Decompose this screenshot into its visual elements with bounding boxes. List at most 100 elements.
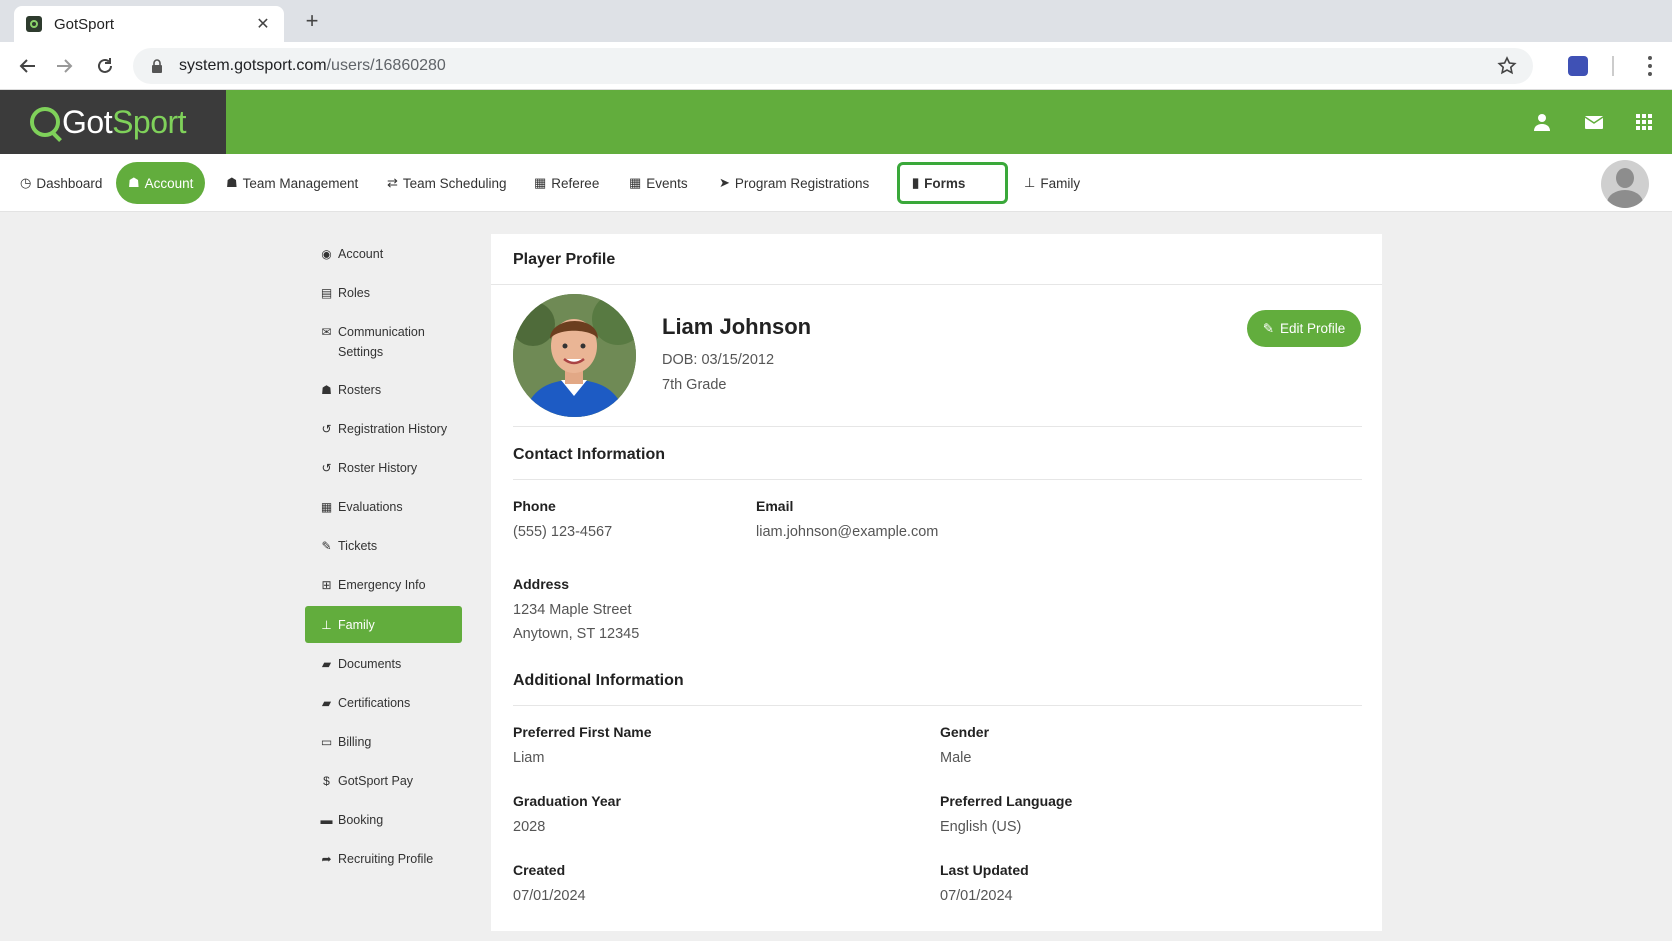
dashboard-icon: ◷ (20, 175, 32, 190)
email-value: liam.johnson@example.com (756, 524, 939, 540)
sidebar-item-gotsport-pay[interactable]: $ GotSport Pay (305, 771, 462, 791)
player-photo (513, 294, 636, 417)
address-bar: system.gotsport.com/users/16860280 (0, 42, 1672, 90)
extension-icon[interactable] (1568, 56, 1588, 76)
sidebar-item-registration-history[interactable]: ↺ Registration History (305, 419, 462, 439)
id-card-icon: ▤ (320, 286, 333, 300)
player-name: Liam Johnson (662, 314, 812, 339)
users-icon: ☗ (226, 175, 238, 190)
sidebar-item-roles[interactable]: ▤ Roles (305, 283, 462, 303)
address-line2: Anytown, ST 12345 (513, 626, 640, 642)
bookmark-star-icon[interactable] (1497, 56, 1517, 76)
sitemap-icon: ⊥ (1024, 175, 1036, 190)
thumbtack-icon: ✎ (321, 539, 332, 553)
player-grade: 7th Grade (662, 377, 727, 393)
logo-mark-icon (30, 107, 60, 137)
nav-team-management[interactable]: ☗ Team Management (214, 162, 370, 204)
player-profile-card: Player Profile Liam Johnson DOB: 03/15/2… (491, 234, 1382, 931)
phone-value: (555) 123-4567 (513, 524, 613, 540)
sidebar-item-account[interactable]: ◉ Account (305, 244, 462, 264)
email-label: Email (756, 498, 794, 514)
url-input[interactable]: system.gotsport.com/users/16860280 (133, 48, 1533, 84)
folder-open-icon: ▰ (321, 696, 332, 710)
additional-info-title: Additional Information (513, 672, 684, 689)
sidebar-item-certifications[interactable]: ▰ Certifications (305, 693, 462, 713)
calendar-icon: ▦ (629, 175, 642, 190)
divider (513, 705, 1362, 706)
contact-info-title: Contact Information (513, 446, 665, 463)
forward-icon[interactable] (52, 54, 76, 78)
nav-referee[interactable]: ▦ Referee (522, 162, 611, 204)
share-icon: ➦ (321, 852, 332, 866)
credit-card-icon: ▭ (320, 735, 333, 749)
sidebar-item-rosters[interactable]: ☗ Rosters (305, 380, 462, 400)
sitemap-icon: ⊥ (321, 617, 332, 632)
reload-icon[interactable] (93, 54, 117, 78)
last-updated-label: Last Updated (940, 862, 1029, 878)
exchange-icon: ⇄ (387, 175, 398, 190)
nav-account[interactable]: ☗ Account (116, 162, 206, 204)
gotsport-favicon-icon (26, 16, 42, 32)
sidebar-item-roster-history[interactable]: ↺ Roster History (305, 458, 462, 478)
sidebar-item-family[interactable]: ⊥ Family (305, 606, 462, 643)
users-icon: ☗ (321, 383, 332, 397)
edit-profile-button[interactable]: ✎ Edit Profile (1247, 310, 1361, 347)
toolbar-divider (1612, 56, 1614, 76)
preferred-language-value: English (US) (940, 819, 1022, 835)
created-value: 07/01/2024 (513, 888, 586, 904)
back-icon[interactable] (16, 54, 40, 78)
gotsport-logo[interactable]: GotSport (0, 90, 226, 154)
new-tab-icon[interactable]: + (300, 9, 324, 33)
apps-grid-icon[interactable] (1634, 112, 1654, 132)
browser-tab[interactable]: GotSport ✕ (14, 6, 284, 42)
calendar-icon: ▦ (534, 175, 547, 190)
envelope-icon: ✉ (321, 325, 332, 339)
nav-team-scheduling[interactable]: ⇄ Team Scheduling (375, 162, 518, 204)
browser-tabbar: GotSport ✕ + (0, 0, 1672, 42)
sidebar-item-documents[interactable]: ▰ Documents (305, 654, 462, 674)
preferred-language-label: Preferred Language (940, 793, 1073, 809)
gender-value: Male (940, 750, 972, 766)
lock-icon (152, 59, 162, 73)
graduation-year-label: Graduation Year (513, 793, 621, 809)
user-icon[interactable] (1532, 112, 1552, 132)
avatar[interactable] (1601, 160, 1649, 208)
tab-close-icon[interactable]: ✕ (254, 14, 272, 34)
main-nav: ◷ Dashboard ☗ Account ☗ Team Management ⇄ Te… (0, 154, 1672, 212)
history-icon: ↺ (321, 461, 332, 475)
divider (513, 479, 1362, 480)
app-header: GotSport (0, 90, 1672, 154)
sidebar-item-emergency-info[interactable]: ⊞ Emergency Info (305, 575, 462, 595)
sidebar-item-booking[interactable]: ▬ Booking (305, 810, 462, 830)
graduation-year-value: 2028 (513, 819, 546, 835)
address-line1: 1234 Maple Street (513, 602, 632, 618)
sidebar-item-recruiting-profile[interactable]: ➦ Recruiting Profile (305, 849, 462, 869)
plus-square-icon: ⊞ (321, 578, 332, 592)
sidebar-item-evaluations[interactable]: ▦ Evaluations (305, 497, 462, 517)
preferred-first-name-value: Liam (513, 750, 545, 766)
sidebar-item-communication-settings[interactable]: ✉ Communication Settings (305, 322, 445, 362)
browser-menu-icon[interactable] (1640, 54, 1660, 78)
logo-text-got: Got (62, 103, 113, 140)
calendar-check-icon: ▦ (320, 500, 333, 514)
envelope-icon[interactable] (1584, 112, 1604, 132)
divider (491, 284, 1382, 285)
nav-family[interactable]: ⊥ Family (1012, 162, 1092, 204)
history-icon: ↺ (321, 422, 332, 436)
phone-label: Phone (513, 498, 556, 514)
nav-dashboard[interactable]: ◷ Dashboard (8, 162, 114, 204)
created-label: Created (513, 862, 566, 878)
divider (513, 426, 1362, 427)
nav-events[interactable]: ▦ Events (617, 162, 700, 204)
dollar-icon: $ (323, 774, 330, 788)
user-circle-icon: ◉ (321, 247, 332, 261)
gender-label: Gender (940, 724, 990, 740)
nav-program-registrations[interactable]: ➤ Program Registrations (707, 162, 881, 204)
sidebar-item-tickets[interactable]: ✎ Tickets (305, 536, 462, 556)
nav-forms[interactable]: ▮ Forms (897, 162, 1008, 204)
sidebar-item-billing[interactable]: ▭ Billing (305, 732, 462, 752)
url-host: system.gotsport.com (179, 57, 327, 74)
users-icon: ☗ (128, 175, 140, 190)
address-label: Address (513, 576, 570, 592)
folder-open-icon: ▰ (321, 657, 332, 671)
